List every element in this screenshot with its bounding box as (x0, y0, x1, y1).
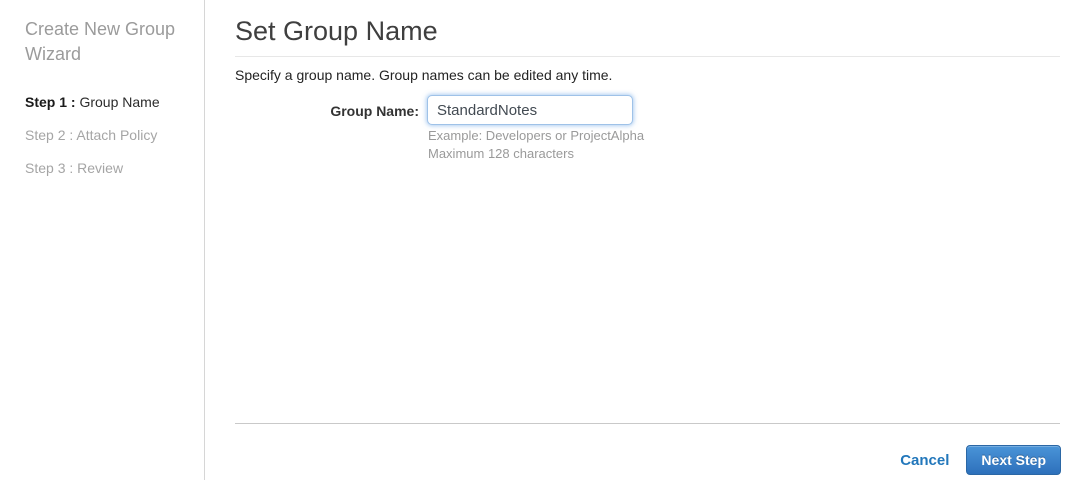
cancel-button[interactable]: Cancel (900, 452, 949, 469)
wizard-footer: Cancel Next Step (235, 444, 1061, 476)
group-name-input[interactable] (427, 95, 633, 125)
wizard-step-list: Step 1 : Group Name Step 2 : Attach Poli… (25, 95, 184, 175)
footer-divider (235, 423, 1060, 424)
title-divider (235, 56, 1060, 57)
group-name-example-hint: Example: Developers or ProjectAlpha (428, 128, 645, 143)
wizard-title: Create New Group Wizard (25, 19, 176, 64)
wizard-step-attach-policy: Step 2 : Attach Policy (25, 128, 184, 142)
wizard-step-group-name: Step 1 : Group Name (25, 95, 184, 109)
step-label: Group Name (79, 94, 160, 110)
next-step-button[interactable]: Next Step (966, 445, 1061, 475)
group-name-label: Group Name: (330, 103, 419, 119)
create-group-wizard-page: Create New Group Wizard Step 1 : Group N… (0, 0, 1073, 480)
wizard-sidebar: Create New Group Wizard Step 1 : Group N… (0, 0, 205, 480)
wizard-main-panel: Set Group Name Specify a group name. Gro… (206, 0, 1073, 480)
step-label: Attach Policy (76, 127, 158, 143)
step-prefix: Step 1 : (25, 94, 76, 110)
wizard-step-review: Step 3 : Review (25, 161, 184, 175)
page-subtitle: Specify a group name. Group names can be… (235, 67, 613, 83)
page-title: Set Group Name (235, 16, 438, 46)
step-label: Review (77, 160, 124, 176)
group-name-max-length-hint: Maximum 128 characters (428, 146, 574, 161)
step-prefix: Step 3 : (25, 160, 74, 176)
step-prefix: Step 2 : (25, 127, 74, 143)
